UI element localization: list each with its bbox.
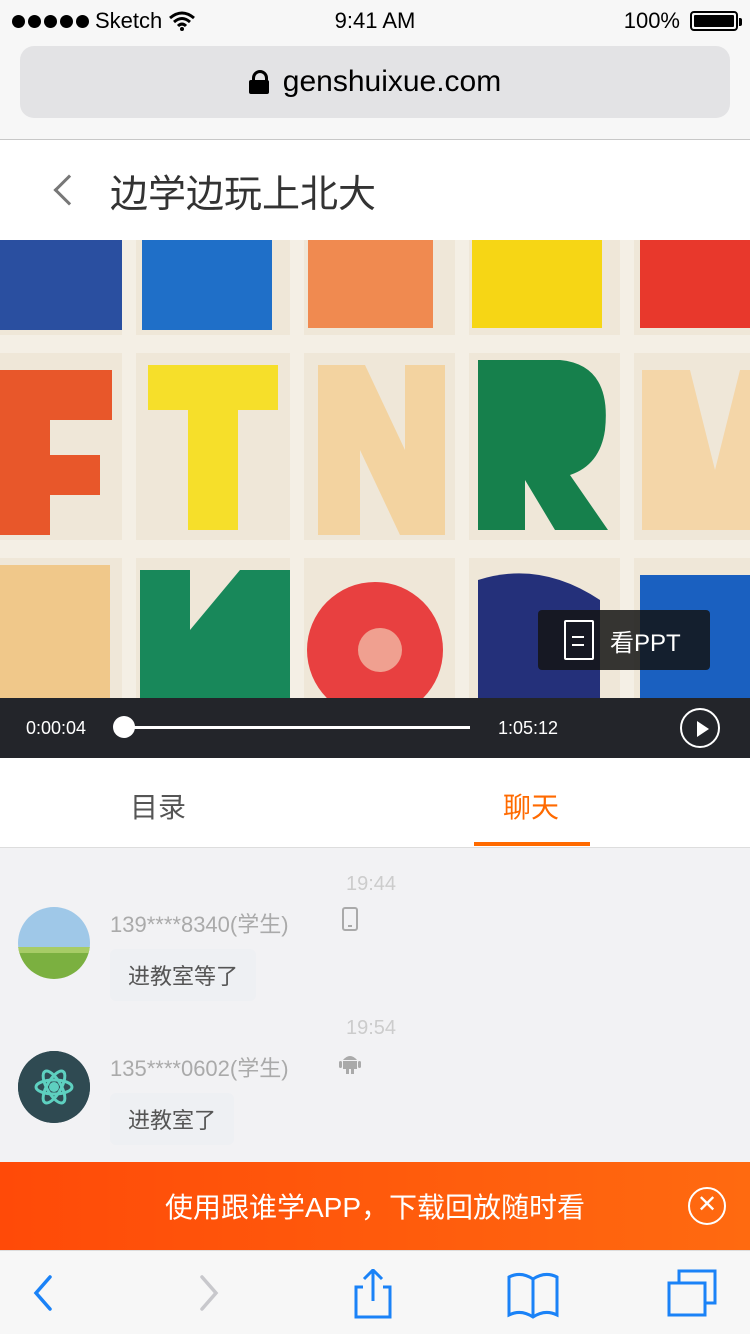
page-title: 边学边玩上北大 — [110, 173, 377, 216]
url-text: genshuixue.com — [282, 65, 502, 98]
tabs-icon[interactable] — [663, 1269, 723, 1319]
bookmarks-icon[interactable] — [503, 1269, 563, 1319]
video-player[interactable]: 看PPT — [0, 240, 750, 698]
player-controls: 0:00:04 1:05:12 — [0, 698, 750, 758]
tab-catalog[interactable]: 目录 — [130, 786, 186, 826]
lock-icon — [248, 70, 269, 94]
chat-panel[interactable]: 19:44 139****8340(学生) 进教室等了 19:54 135***… — [0, 849, 750, 1162]
back-arrow-icon[interactable] — [20, 1269, 80, 1319]
browser-toolbar — [0, 1250, 750, 1334]
share-icon[interactable] — [343, 1269, 403, 1319]
view-ppt-label: 看PPT — [610, 629, 681, 657]
play-icon[interactable] — [680, 708, 720, 748]
banner-text: 使用跟谁学APP，下载回放随时看 — [164, 1192, 586, 1223]
avatar — [18, 1051, 90, 1123]
status-bar: Sketch 9:41 AM 100% — [0, 0, 750, 40]
message-time: 19:54 — [346, 1017, 397, 1039]
progress-track[interactable] — [120, 726, 470, 729]
forward-arrow-icon[interactable] — [180, 1269, 240, 1319]
chat-message: 进教室了 — [110, 1093, 235, 1145]
back-chevron-icon[interactable] — [53, 174, 85, 206]
sender-name: 139****8340(学生) — [110, 912, 289, 937]
app-download-banner[interactable]: 使用跟谁学APP，下载回放随时看 ✕ — [0, 1162, 750, 1250]
phone-icon — [342, 907, 358, 931]
close-icon[interactable]: ✕ — [688, 1187, 726, 1225]
sender-name: 135****0602(学生) — [110, 1056, 289, 1081]
tab-chat[interactable]: 聊天 — [503, 786, 559, 826]
page-header: 边学边玩上北大 — [0, 140, 750, 240]
avatar — [18, 907, 90, 979]
url-field[interactable]: genshuixue.com — [20, 46, 730, 118]
message-time: 19:44 — [346, 873, 397, 895]
tab-bar: 目录 聊天 — [0, 758, 750, 848]
battery-icon — [690, 11, 742, 31]
battery-percent: 100% — [623, 8, 680, 33]
progress-handle[interactable] — [112, 716, 135, 738]
battery-group: 100% — [623, 8, 742, 34]
elapsed-time: 0:00:04 — [26, 718, 87, 738]
android-icon — [339, 1056, 361, 1074]
document-icon — [564, 620, 594, 660]
browser-address-bar: genshuixue.com — [0, 40, 750, 140]
duration-time: 1:05:12 — [498, 718, 559, 738]
active-tab-indicator — [474, 842, 590, 846]
chat-message: 进教室等了 — [110, 949, 257, 1001]
view-ppt-button[interactable]: 看PPT — [538, 610, 710, 670]
